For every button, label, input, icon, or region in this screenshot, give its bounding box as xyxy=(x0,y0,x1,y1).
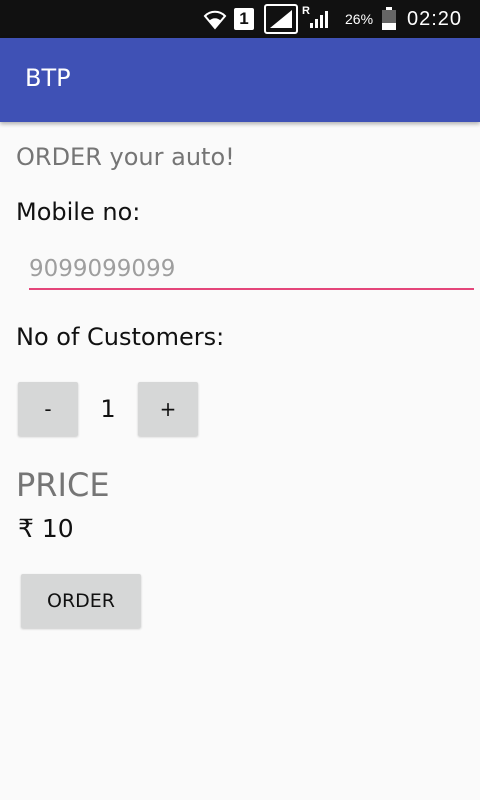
sim-icon: 1 xyxy=(234,8,254,30)
mobile-input[interactable] xyxy=(29,250,474,290)
status-bar: 1 R 26% 02:20 xyxy=(0,0,480,38)
wifi-icon xyxy=(202,0,228,38)
app-bar: BTP xyxy=(0,38,480,122)
signal-icon xyxy=(264,4,298,34)
price-heading: PRICE xyxy=(16,466,110,504)
battery-icon xyxy=(381,0,399,38)
quantity-value: 1 xyxy=(100,395,116,423)
price-value: ₹ 10 xyxy=(18,514,74,543)
roaming-signal-icon xyxy=(308,0,332,38)
order-button[interactable]: ORDER xyxy=(21,574,141,628)
app-title: BTP xyxy=(25,64,71,92)
battery-percent: 26% xyxy=(345,11,374,27)
customers-label: No of Customers: xyxy=(16,323,225,351)
increment-button[interactable]: + xyxy=(138,382,198,436)
clock: 02:20 xyxy=(407,7,463,30)
mobile-label: Mobile no: xyxy=(16,198,141,226)
decrement-button[interactable]: - xyxy=(18,382,78,436)
order-subtitle: ORDER your auto! xyxy=(16,143,235,171)
